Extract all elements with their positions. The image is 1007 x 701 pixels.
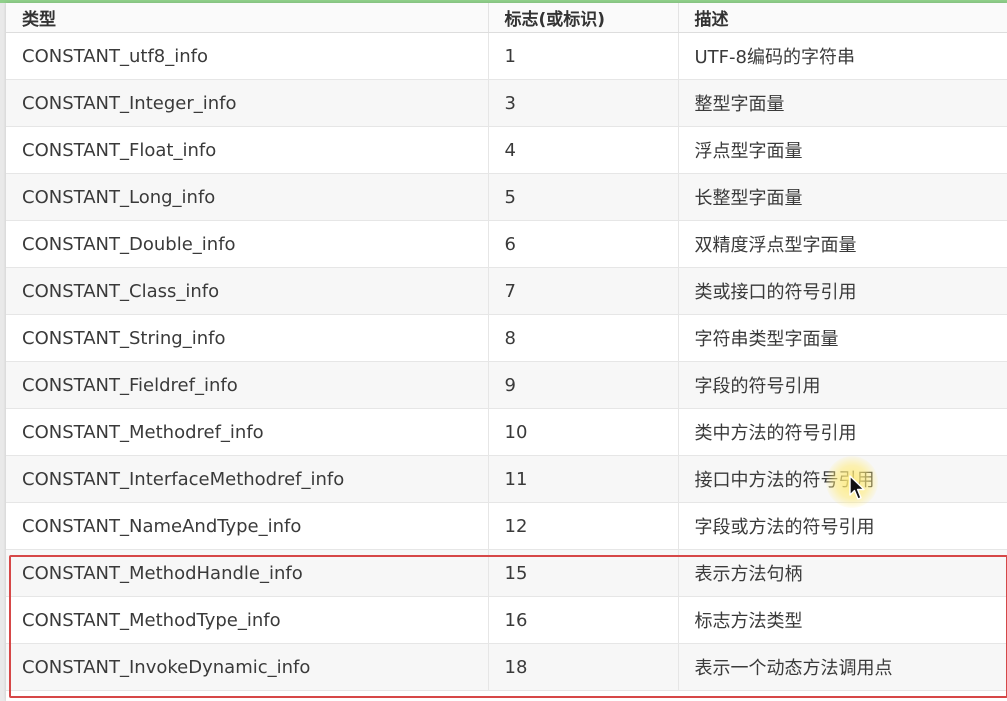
cell-type: CONSTANT_Integer_info [6,79,489,127]
cell-tag: 11 [488,455,679,503]
cell-tag: 8 [488,314,679,362]
header-tag: 标志(或标识) [488,3,679,33]
cell-tag: 15 [488,549,679,597]
cell-description: 类或接口的符号引用 [678,267,1007,315]
constant-pool-table: 类型 标志(或标识) 描述 CONSTANT_utf8_info 1 UTF-8… [6,3,1007,691]
table-row: CONSTANT_Double_info 6 双精度浮点型字面量 [6,220,1007,268]
cell-description: 浮点型字面量 [678,126,1007,174]
table-row: CONSTANT_Fieldref_info 9 字段的符号引用 [6,361,1007,409]
table-row: CONSTANT_MethodHandle_info 15 表示方法句柄 [6,549,1007,597]
cell-description: 字段或方法的符号引用 [678,502,1007,550]
cell-description: 表示一个动态方法调用点 [678,643,1007,691]
cell-type: CONSTANT_Class_info [6,267,489,315]
cell-description: 长整型字面量 [678,173,1007,221]
cell-type: CONSTANT_InvokeDynamic_info [6,643,489,691]
cell-type: CONSTANT_MethodType_info [6,596,489,644]
cell-description: 整型字面量 [678,79,1007,127]
table-row: CONSTANT_utf8_info 1 UTF-8编码的字符串 [6,32,1007,80]
table-row: CONSTANT_Class_info 7 类或接口的符号引用 [6,267,1007,315]
constant-pool-table-container: 类型 标志(或标识) 描述 CONSTANT_utf8_info 1 UTF-8… [6,3,1007,701]
table-row: CONSTANT_InterfaceMethodref_info 11 接口中方… [6,455,1007,503]
cell-description: 字段的符号引用 [678,361,1007,409]
cell-type: CONSTANT_Methodref_info [6,408,489,456]
cell-type: CONSTANT_Float_info [6,126,489,174]
cell-type: CONSTANT_String_info [6,314,489,362]
cell-tag: 4 [488,126,679,174]
table-row: CONSTANT_InvokeDynamic_info 18 表示一个动态方法调… [6,643,1007,691]
table-row: CONSTANT_Methodref_info 10 类中方法的符号引用 [6,408,1007,456]
cell-tag: 16 [488,596,679,644]
cell-tag: 3 [488,79,679,127]
cell-type: CONSTANT_utf8_info [6,32,489,80]
cell-tag: 18 [488,643,679,691]
cell-type: CONSTANT_Fieldref_info [6,361,489,409]
table-row: CONSTANT_MethodType_info 16 标志方法类型 [6,596,1007,644]
table-row: CONSTANT_Long_info 5 长整型字面量 [6,173,1007,221]
header-type: 类型 [6,3,489,33]
table-row: CONSTANT_Integer_info 3 整型字面量 [6,79,1007,127]
header-row: 类型 标志(或标识) 描述 [6,3,1007,33]
cell-type: CONSTANT_MethodHandle_info [6,549,489,597]
cell-type: CONSTANT_NameAndType_info [6,502,489,550]
header-description: 描述 [678,3,1007,33]
cell-description: 表示方法句柄 [678,549,1007,597]
table-row: CONSTANT_NameAndType_info 12 字段或方法的符号引用 [6,502,1007,550]
cell-tag: 1 [488,32,679,80]
cell-description: 双精度浮点型字面量 [678,220,1007,268]
cell-type: CONSTANT_InterfaceMethodref_info [6,455,489,503]
cell-type: CONSTANT_Long_info [6,173,489,221]
cell-tag: 5 [488,173,679,221]
cell-description: UTF-8编码的字符串 [678,32,1007,80]
cell-description: 标志方法类型 [678,596,1007,644]
cell-description: 类中方法的符号引用 [678,408,1007,456]
cell-tag: 12 [488,502,679,550]
table-body: CONSTANT_utf8_info 1 UTF-8编码的字符串 CONSTAN… [6,32,1007,691]
cell-description: 接口中方法的符号引用 [678,455,1007,503]
cell-type: CONSTANT_Double_info [6,220,489,268]
cell-tag: 9 [488,361,679,409]
table-row: CONSTANT_String_info 8 字符串类型字面量 [6,314,1007,362]
cell-tag: 7 [488,267,679,315]
cell-description: 字符串类型字面量 [678,314,1007,362]
cell-tag: 6 [488,220,679,268]
cell-tag: 10 [488,408,679,456]
table-header: 类型 标志(或标识) 描述 [6,3,1007,33]
table-row: CONSTANT_Float_info 4 浮点型字面量 [6,126,1007,174]
